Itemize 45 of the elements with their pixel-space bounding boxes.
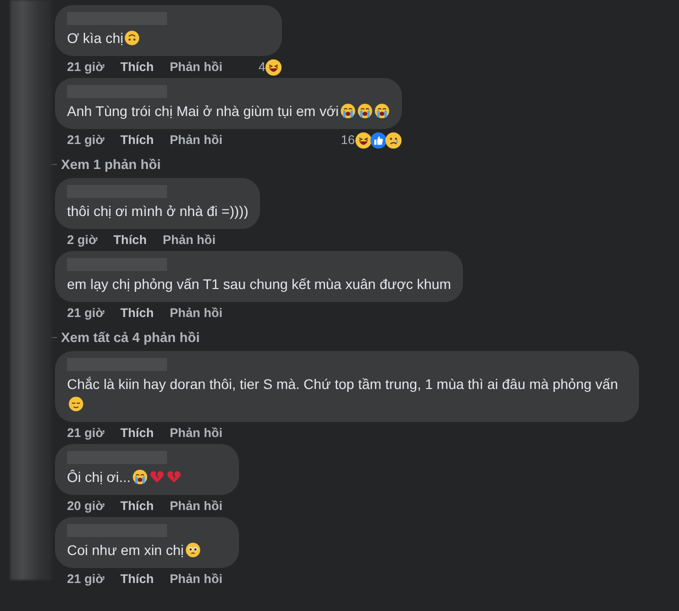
crying-face-icon <box>132 469 148 485</box>
like-link[interactable]: Thích <box>120 60 154 74</box>
like-link[interactable]: Thích <box>120 426 154 440</box>
reply-link[interactable]: Phản hồi <box>170 306 222 320</box>
comment-time: 21 giờ <box>67 133 104 147</box>
comment-text: Anh Tùng trói chị Mai ở nhà giùm tụi em với <box>67 103 339 119</box>
reply-link[interactable]: Phản hồi <box>170 499 222 513</box>
comment-text: Coi như em xin chị <box>67 542 184 558</box>
like-link[interactable]: Thích <box>120 133 154 147</box>
crying-face-icon <box>340 103 356 119</box>
broken-heart-icon <box>148 469 165 485</box>
reply-link[interactable]: Phản hồi <box>170 133 222 147</box>
broken-heart-icon <box>166 469 182 485</box>
crying-face-icon <box>356 103 373 119</box>
view-replies-link[interactable]: Xem tất cả 4 phản hồi <box>61 330 200 344</box>
reaction-count: 4 <box>258 60 266 74</box>
relieved-face-icon <box>68 396 84 412</box>
comment-text: Ôi chị ơi... <box>67 469 131 485</box>
like-link[interactable]: Thích <box>120 499 154 513</box>
sad-face-icon <box>384 132 402 148</box>
reply-link[interactable]: Phản hồi <box>170 60 222 74</box>
comment-text: Chắc là kiin hay doran thôi, tier S mà. Chứ top tầm trung, 1 mùa thì ai đâu mà phỏng vấn <box>67 376 618 392</box>
pleading-face-icon <box>184 542 201 558</box>
reply-link[interactable]: Phản hồi <box>170 572 222 586</box>
thumbs-up-icon <box>370 132 387 148</box>
comment-time: 21 giờ <box>67 426 104 440</box>
comment-text: thôi chị ơi mình ở nhà đi =)))) <box>67 203 248 219</box>
reply-link[interactable]: Phản hồi <box>162 233 216 247</box>
reply-link[interactable]: Phản hồi <box>170 426 222 440</box>
like-link[interactable]: Thích <box>113 233 147 247</box>
upside-down-face-icon <box>124 30 140 46</box>
laughing-face-icon <box>354 132 372 148</box>
comment-time: 20 giờ <box>67 499 104 513</box>
comment-time: 21 giờ <box>67 60 104 74</box>
reaction-count: 16 <box>340 133 355 147</box>
comment-text: em lạy chị phỏng vấn T1 sau chung kết mùa xuân được khum <box>67 276 452 292</box>
comment-time: 2 giờ <box>67 233 98 247</box>
like-link[interactable]: Thích <box>120 306 154 320</box>
view-replies-link[interactable]: Xem 1 phản hồi <box>61 156 161 172</box>
laughing-face-icon <box>265 58 282 76</box>
comment-time: 21 giờ <box>67 572 104 586</box>
comment-text: Ơ kìa chị <box>67 30 124 46</box>
comment-time: 21 giờ <box>67 306 104 320</box>
like-link[interactable]: Thích <box>120 572 154 586</box>
crying-face-icon <box>374 103 390 119</box>
